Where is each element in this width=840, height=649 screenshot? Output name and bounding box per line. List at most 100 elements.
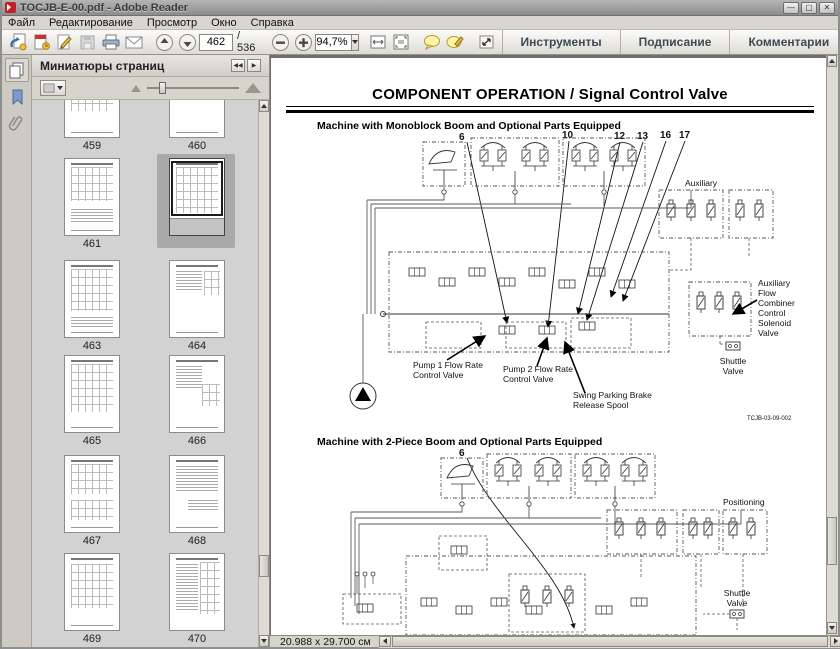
thumbnail-page-number: 463 [47,340,137,352]
page-down-icon [178,33,197,52]
menu-file[interactable]: Файл [8,17,35,29]
title-bar: TOCJB-E-00.pdf - Adobe Reader — ▢ ✕ [2,0,838,16]
previous-page-button[interactable] [153,32,176,53]
comment-button[interactable] [421,32,444,53]
panel-collapse-button[interactable]: ▶ [247,59,261,72]
thumbnail-page-number: 469 [47,633,137,645]
email-envelope-icon [124,33,144,51]
close-button[interactable]: ✕ [819,2,835,14]
window-title: TOCJB-E-00.pdf - Adobe Reader [20,2,188,14]
thumbnail-463[interactable]: 463 [47,260,137,352]
page-number-input[interactable] [199,34,233,51]
doc-scrollbar-thumb[interactable] [827,517,837,565]
thumbnail-page-number: 465 [47,435,137,447]
panel-options-row [32,77,269,100]
navigation-strip [2,55,32,647]
toolbar-separator [620,30,621,54]
sign-button[interactable]: Подписание [625,35,726,49]
svg-text:Pump 1 Flow Rate: Pump 1 Flow Rate [413,360,483,370]
thumbnail-468[interactable]: 468 [152,455,242,547]
thumbnail-462-selected[interactable]: 462 [152,158,242,250]
menu-edit[interactable]: Редактирование [49,17,133,29]
thumbnail-459[interactable]: 459 [47,100,137,152]
slider-handle[interactable] [159,82,166,94]
panel-options-button[interactable]: ◀◀ [231,59,245,72]
document-horizontal-scrollbar[interactable] [379,636,840,648]
panel-scrollbar[interactable] [258,100,269,647]
thumbnail-page-number: 460 [152,140,242,152]
document-vertical-scrollbar[interactable] [826,55,838,635]
open-file-button[interactable] [7,32,30,53]
panel-scroll-up-button[interactable] [259,100,269,112]
fit-page-icon [391,33,411,51]
thumbnail-469[interactable]: 469 [47,553,137,645]
thumbnail-page-number: 466 [152,435,242,447]
section2-heading: Machine with 2-Piece Boom and Optional P… [317,436,602,448]
doc-scroll-right-button[interactable] [830,636,840,647]
svg-text:Valve: Valve [727,598,748,608]
menu-bar: Файл Редактирование Просмотр Окно Справк… [2,16,838,30]
zoom-level-value[interactable]: 94,7% [315,34,351,51]
thumbnail-466[interactable]: 466 [152,355,242,447]
next-page-button[interactable] [176,32,199,53]
thumbnail-page-number: 467 [47,535,137,547]
email-button[interactable] [122,32,145,53]
doc-scroll-left-button[interactable] [379,636,391,647]
fit-width-button[interactable] [367,32,390,53]
thumbnail-page-number: 461 [47,238,137,250]
doc-hscrollbar-thumb[interactable] [392,636,828,647]
pump1-label: Pump 1 Flow Rate Control Valve [413,360,483,380]
print-button[interactable] [99,32,122,53]
current-view-indicator[interactable] [171,161,223,216]
callout-12: 12 [614,131,626,142]
auxiliary-label: Auxiliary [685,178,718,188]
thumbnail-page-number: 459 [47,140,137,152]
svg-text:Control Valve: Control Valve [503,374,554,384]
thumbnail-list: 459 460 461 462 [32,100,258,647]
menu-help[interactable]: Справка [251,17,294,29]
thumbnail-464[interactable]: 464 [152,260,242,352]
tools-button[interactable]: Инструменты [507,35,616,49]
thumbnail-options-button[interactable] [40,80,66,96]
svg-text:Valve: Valve [758,328,779,338]
fit-page-button[interactable] [390,32,413,53]
highlight-button[interactable] [444,32,467,53]
maximize-button[interactable]: ▢ [801,2,817,14]
attachments-tab[interactable] [5,112,29,136]
thumbnail-461[interactable]: 461 [47,158,137,250]
svg-text:Auxiliary: Auxiliary [758,278,791,288]
minimize-button[interactable]: — [783,2,799,14]
toolbar-separator [502,30,503,54]
thumbnail-470[interactable]: 470 [152,553,242,645]
save-button[interactable] [76,32,99,53]
highlight-pen-icon [445,33,465,51]
page-thumbnails-tab[interactable] [5,58,29,82]
zoom-out-button[interactable] [269,32,292,53]
bookmarks-tab[interactable] [5,85,29,109]
title-rule [286,106,814,108]
panel-header: Миниатюры страниц ◀◀ ▶ [32,55,269,77]
thumbnail-465[interactable]: 465 [47,355,137,447]
adobe-reader-window: TOCJB-E-00.pdf - Adobe Reader — ▢ ✕ Файл… [0,0,840,649]
menu-window[interactable]: Окно [211,17,237,29]
panel-scroll-down-button[interactable] [259,635,269,647]
callout-6-s2: 6 [459,448,465,459]
save-online-button[interactable] [30,32,53,53]
save-floppy-icon [78,33,97,51]
edit-button[interactable] [53,32,76,53]
thumbnail-467[interactable]: 467 [47,455,137,547]
thumbnail-460[interactable]: 460 [152,100,242,152]
doc-scroll-up-button[interactable] [827,55,837,67]
fullscreen-button[interactable] [475,32,498,53]
zoom-dropdown-arrow[interactable] [352,34,359,51]
zoom-in-button[interactable] [292,32,315,53]
thumbnail-size-slider[interactable] [147,87,239,89]
menu-view[interactable]: Просмотр [147,17,197,29]
doc-scroll-down-button[interactable] [827,622,837,634]
comments-button[interactable]: Комментарии [734,35,840,49]
svg-text:Pump 2 Flow Rate: Pump 2 Flow Rate [503,364,573,374]
panel-scrollbar-thumb[interactable] [259,555,269,577]
paperclip-icon [8,114,26,134]
pump2-label: Pump 2 Flow Rate Control Valve [503,364,573,384]
edit-pencil-icon [55,33,74,51]
